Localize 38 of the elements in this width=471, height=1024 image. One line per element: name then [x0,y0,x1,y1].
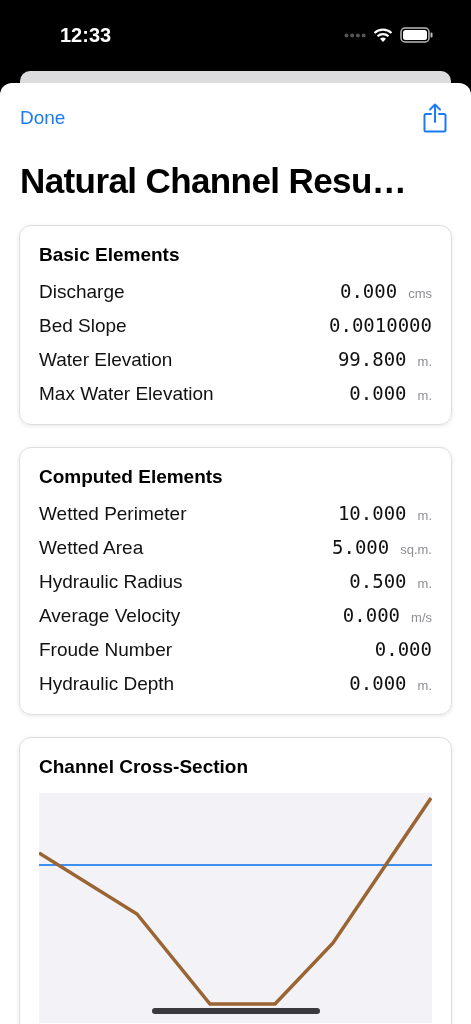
wifi-icon [373,27,393,43]
row-value: 99.800 [337,347,407,372]
battery-icon [400,27,433,43]
row-value: 0.000 [349,671,407,696]
row-value: 0.000 [342,603,401,628]
done-button[interactable]: Done [20,107,66,129]
row-value: 0.000 [374,637,432,662]
page-title: Natural Channel Resu… [20,160,408,202]
row-value: 10.000 [337,501,407,526]
unit-label: cms [408,285,432,303]
row-value: 0.000 [349,381,407,406]
row-label: Wetted Area [39,536,145,560]
card-title: Computed Elements [39,466,224,488]
row-label: Wetted Perimeter [39,502,188,526]
row-label: Hydraulic Depth [39,672,176,696]
status-time: 12:33 [60,23,112,47]
unit-label: m. [417,507,432,525]
row-value: 0.000 [339,279,398,304]
signal-icon [344,32,366,38]
unit-label: m. [417,575,432,593]
row-label: Hydraulic Radius [39,570,184,594]
row-label: Max Water Elevation [39,382,215,406]
card-title: Basic Elements [39,244,181,266]
row-value: 0.500 [349,569,407,594]
row-value: 5.000 [332,535,390,560]
row-label: Average Velocity [39,604,182,628]
unit-label: m. [417,353,432,371]
row-label: Bed Slope [39,314,128,338]
unit-label: sq.m. [400,541,432,559]
row-label: Water Elevation [39,348,174,372]
row-label: Discharge [39,280,126,304]
share-icon[interactable] [423,103,447,133]
card-title: Channel Cross-Section [39,756,250,778]
unit-label: m/s [411,609,432,627]
row-value: 0.0010000 [329,313,432,338]
unit-label: m. [417,387,432,405]
row-label: Froude Number [39,638,174,662]
unit-label: m. [417,677,432,695]
